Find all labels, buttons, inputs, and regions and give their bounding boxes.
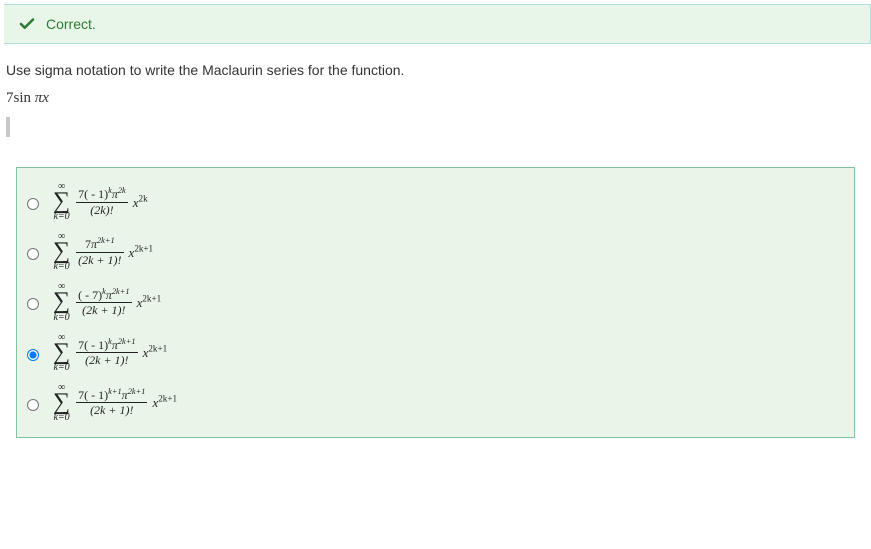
option-math-5: ∞ ∑ k=0 7( - 1)k+1π2k+1 (2k + 1)! x2k+1 xyxy=(53,383,177,423)
feedback-bar: Correct. xyxy=(4,4,871,44)
option-math-2: ∞ ∑ k=0 7π2k+1 (2k + 1)! x2k+1 xyxy=(53,232,153,272)
option-row: ∞ ∑ k=0 7( - 1)k+1π2k+1 (2k + 1)! x2k+1 xyxy=(27,383,844,423)
option-radio-2[interactable] xyxy=(27,248,39,260)
function-expression: 7sin πx xyxy=(0,82,871,111)
option-math-3: ∞ ∑ k=0 ( - 7)kπ2k+1 (2k + 1)! x2k+1 xyxy=(53,282,161,322)
question-prompt: Use sigma notation to write the Maclauri… xyxy=(0,44,871,82)
option-math-4: ∞ ∑ k=0 7( - 1)kπ2k+1 (2k + 1)! x2k+1 xyxy=(53,333,167,373)
option-row: ∞ ∑ k=0 ( - 7)kπ2k+1 (2k + 1)! x2k+1 xyxy=(27,282,844,322)
option-row: ∞ ∑ k=0 7( - 1)kπ2k (2k)! x2k xyxy=(27,182,844,222)
option-row: ∞ ∑ k=0 7( - 1)kπ2k+1 (2k + 1)! x2k+1 xyxy=(27,333,844,373)
option-radio-1[interactable] xyxy=(27,198,39,210)
feedback-text: Correct. xyxy=(46,16,96,32)
answer-cursor xyxy=(6,117,10,137)
check-icon xyxy=(18,15,36,33)
option-radio-5[interactable] xyxy=(27,399,39,411)
option-radio-4[interactable] xyxy=(27,349,39,361)
options-panel: ∞ ∑ k=0 7( - 1)kπ2k (2k)! x2k ∞ ∑ k=0 7π… xyxy=(16,167,855,438)
option-math-1: ∞ ∑ k=0 7( - 1)kπ2k (2k)! x2k xyxy=(53,182,148,222)
option-radio-3[interactable] xyxy=(27,298,39,310)
option-row: ∞ ∑ k=0 7π2k+1 (2k + 1)! x2k+1 xyxy=(27,232,844,272)
